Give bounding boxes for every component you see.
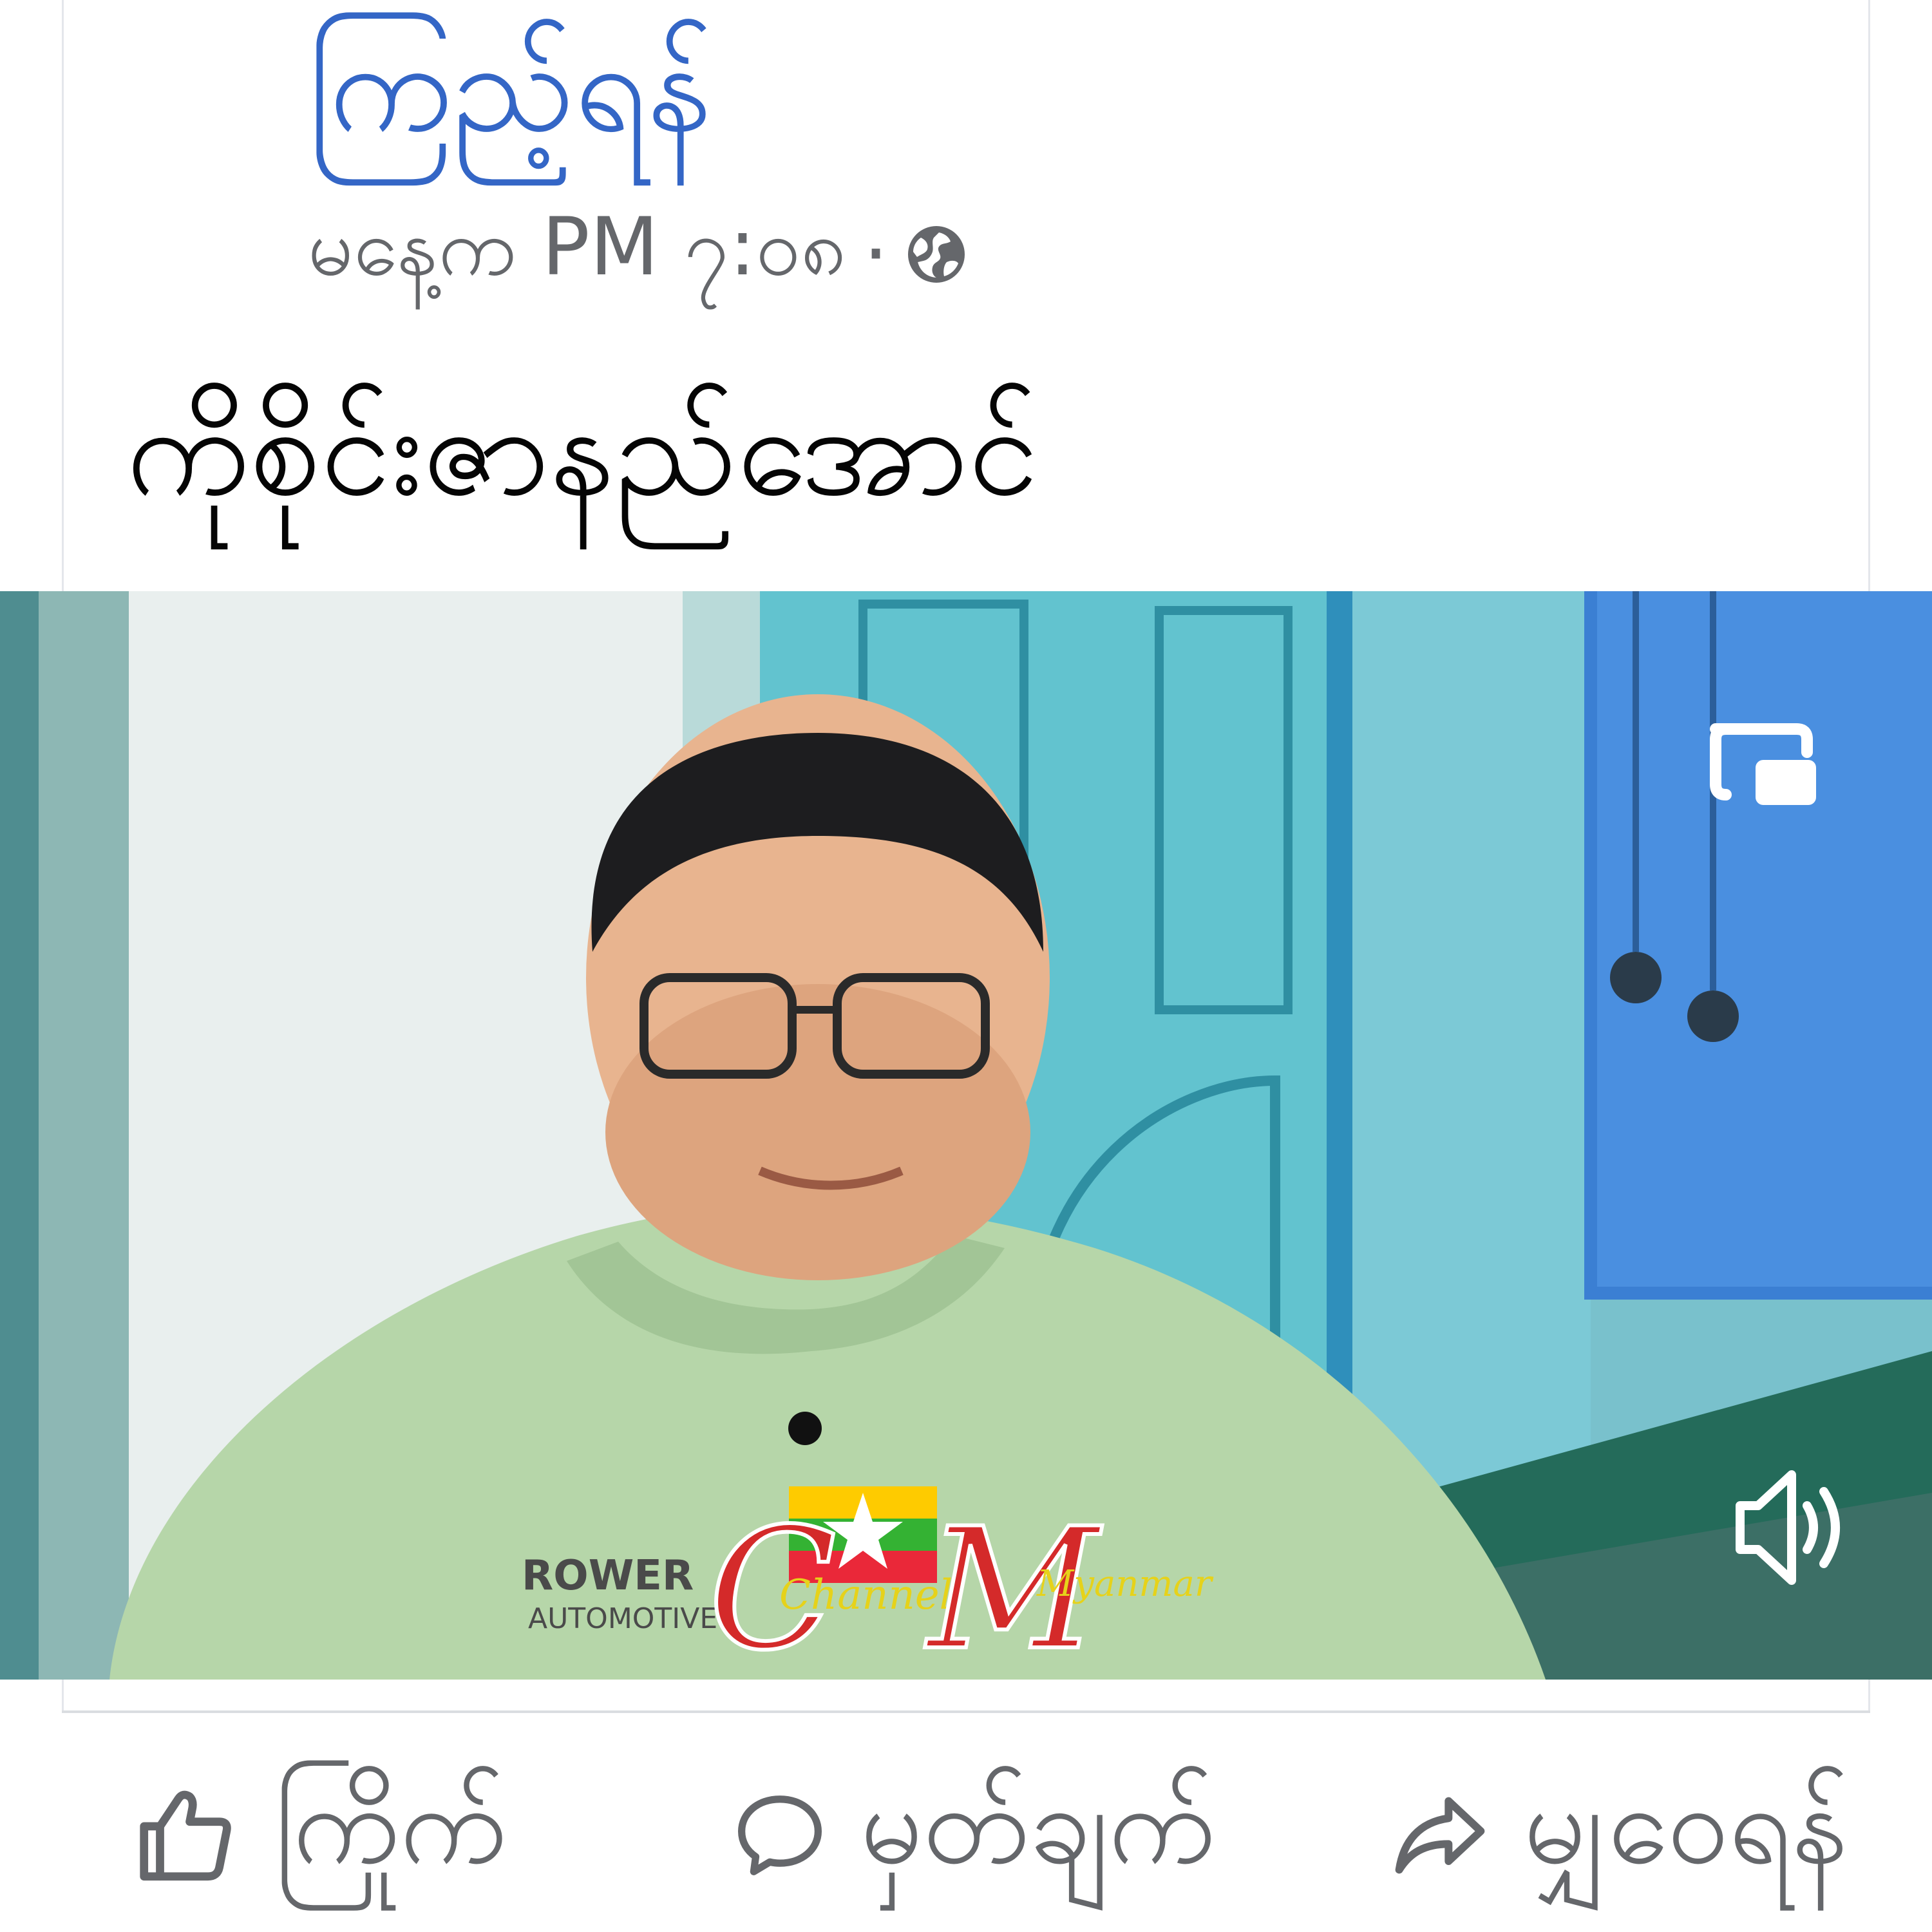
comment-label: မှတ်ချက် (860, 1761, 1216, 1889)
shirt-logo-sub: AUTOMOTIVE (528, 1602, 717, 1635)
meta-separator: · (863, 208, 889, 301)
thumbs-up-icon (133, 1781, 242, 1890)
follow-link[interactable]: ကြည့်ရန် (308, 0, 712, 174)
watermark-myanmar: Myanmar (1036, 1563, 1214, 1605)
like-label: ကြိုက် (274, 1761, 507, 1889)
video-player[interactable]: ROWER AUTOMOTIVE C Channel M Myanmar (0, 591, 1932, 1680)
globe-icon[interactable] (905, 223, 967, 285)
post-timestamp[interactable]: မနေ့က PM ၇:၀၈ (308, 196, 846, 314)
share-button[interactable]: မျှဝေရန် (1388, 1739, 1848, 1932)
share-label: မျှဝေရန် (1524, 1761, 1849, 1889)
video-frame: ROWER AUTOMOTIVE C Channel M Myanmar (0, 591, 1932, 1680)
post-meta: မနေ့က PM ၇:၀၈ · (308, 201, 967, 303)
comment-button[interactable]: မှတ်ချက် (732, 1739, 1216, 1932)
card-divider (62, 1710, 1870, 1713)
watermark-channel: Channel (779, 1571, 952, 1619)
share-arrow-icon (1388, 1784, 1492, 1887)
action-bar: ကြိုက် မှတ်ချက် မျှဝေရန် (62, 1739, 1870, 1932)
shirt-logo: ROWER (522, 1552, 694, 1600)
post-text: ကိုစိုင်းဇာနည်အောင် (126, 377, 1039, 524)
like-button[interactable]: ကြိုက် (133, 1739, 507, 1932)
comment-icon (732, 1787, 828, 1884)
